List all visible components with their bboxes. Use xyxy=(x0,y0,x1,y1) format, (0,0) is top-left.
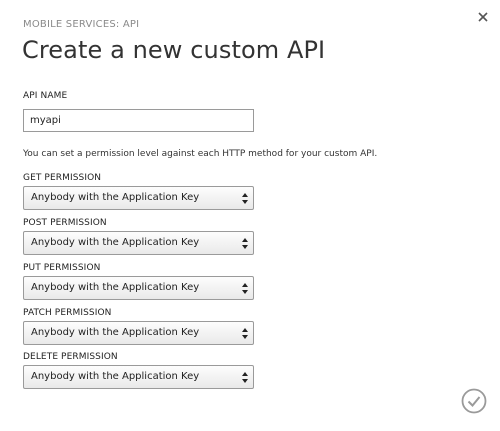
permission-help-text: You can set a permission level against e… xyxy=(23,149,378,159)
post-permission-label: POST PERMISSION xyxy=(23,218,107,228)
close-icon xyxy=(474,8,492,26)
create-custom-api-dialog: MOBILE SERVICES: API Create a new custom… xyxy=(0,0,500,431)
confirm-button[interactable] xyxy=(461,388,487,414)
put-permission-label: PUT PERMISSION xyxy=(23,263,101,273)
select-arrows-icon xyxy=(242,238,248,249)
put-permission-value: Anybody with the Application Key xyxy=(31,282,200,293)
select-arrows-icon xyxy=(242,283,248,294)
patch-permission-label: PATCH PERMISSION xyxy=(23,308,112,318)
post-permission-value: Anybody with the Application Key xyxy=(31,237,200,248)
post-permission-select[interactable]: Anybody with the Application Key xyxy=(23,231,254,255)
page-title: Create a new custom API xyxy=(22,36,326,64)
delete-permission-label: DELETE PERMISSION xyxy=(23,352,118,362)
delete-permission-select[interactable]: Anybody with the Application Key xyxy=(23,365,254,389)
select-arrows-icon xyxy=(242,372,248,383)
get-permission-value: Anybody with the Application Key xyxy=(31,192,200,203)
api-name-input[interactable]: myapi xyxy=(23,109,254,132)
patch-permission-value: Anybody with the Application Key xyxy=(31,327,200,338)
select-arrows-icon xyxy=(242,193,248,204)
close-button[interactable] xyxy=(474,8,492,26)
get-permission-label: GET PERMISSION xyxy=(23,173,102,183)
checkmark-circle-icon xyxy=(461,388,487,414)
patch-permission-select[interactable]: Anybody with the Application Key xyxy=(23,321,254,345)
select-arrows-icon xyxy=(242,328,248,339)
api-name-label: API NAME xyxy=(23,91,68,101)
delete-permission-value: Anybody with the Application Key xyxy=(31,371,200,382)
put-permission-select[interactable]: Anybody with the Application Key xyxy=(23,276,254,300)
breadcrumb: MOBILE SERVICES: API xyxy=(23,19,140,30)
get-permission-select[interactable]: Anybody with the Application Key xyxy=(23,186,254,210)
